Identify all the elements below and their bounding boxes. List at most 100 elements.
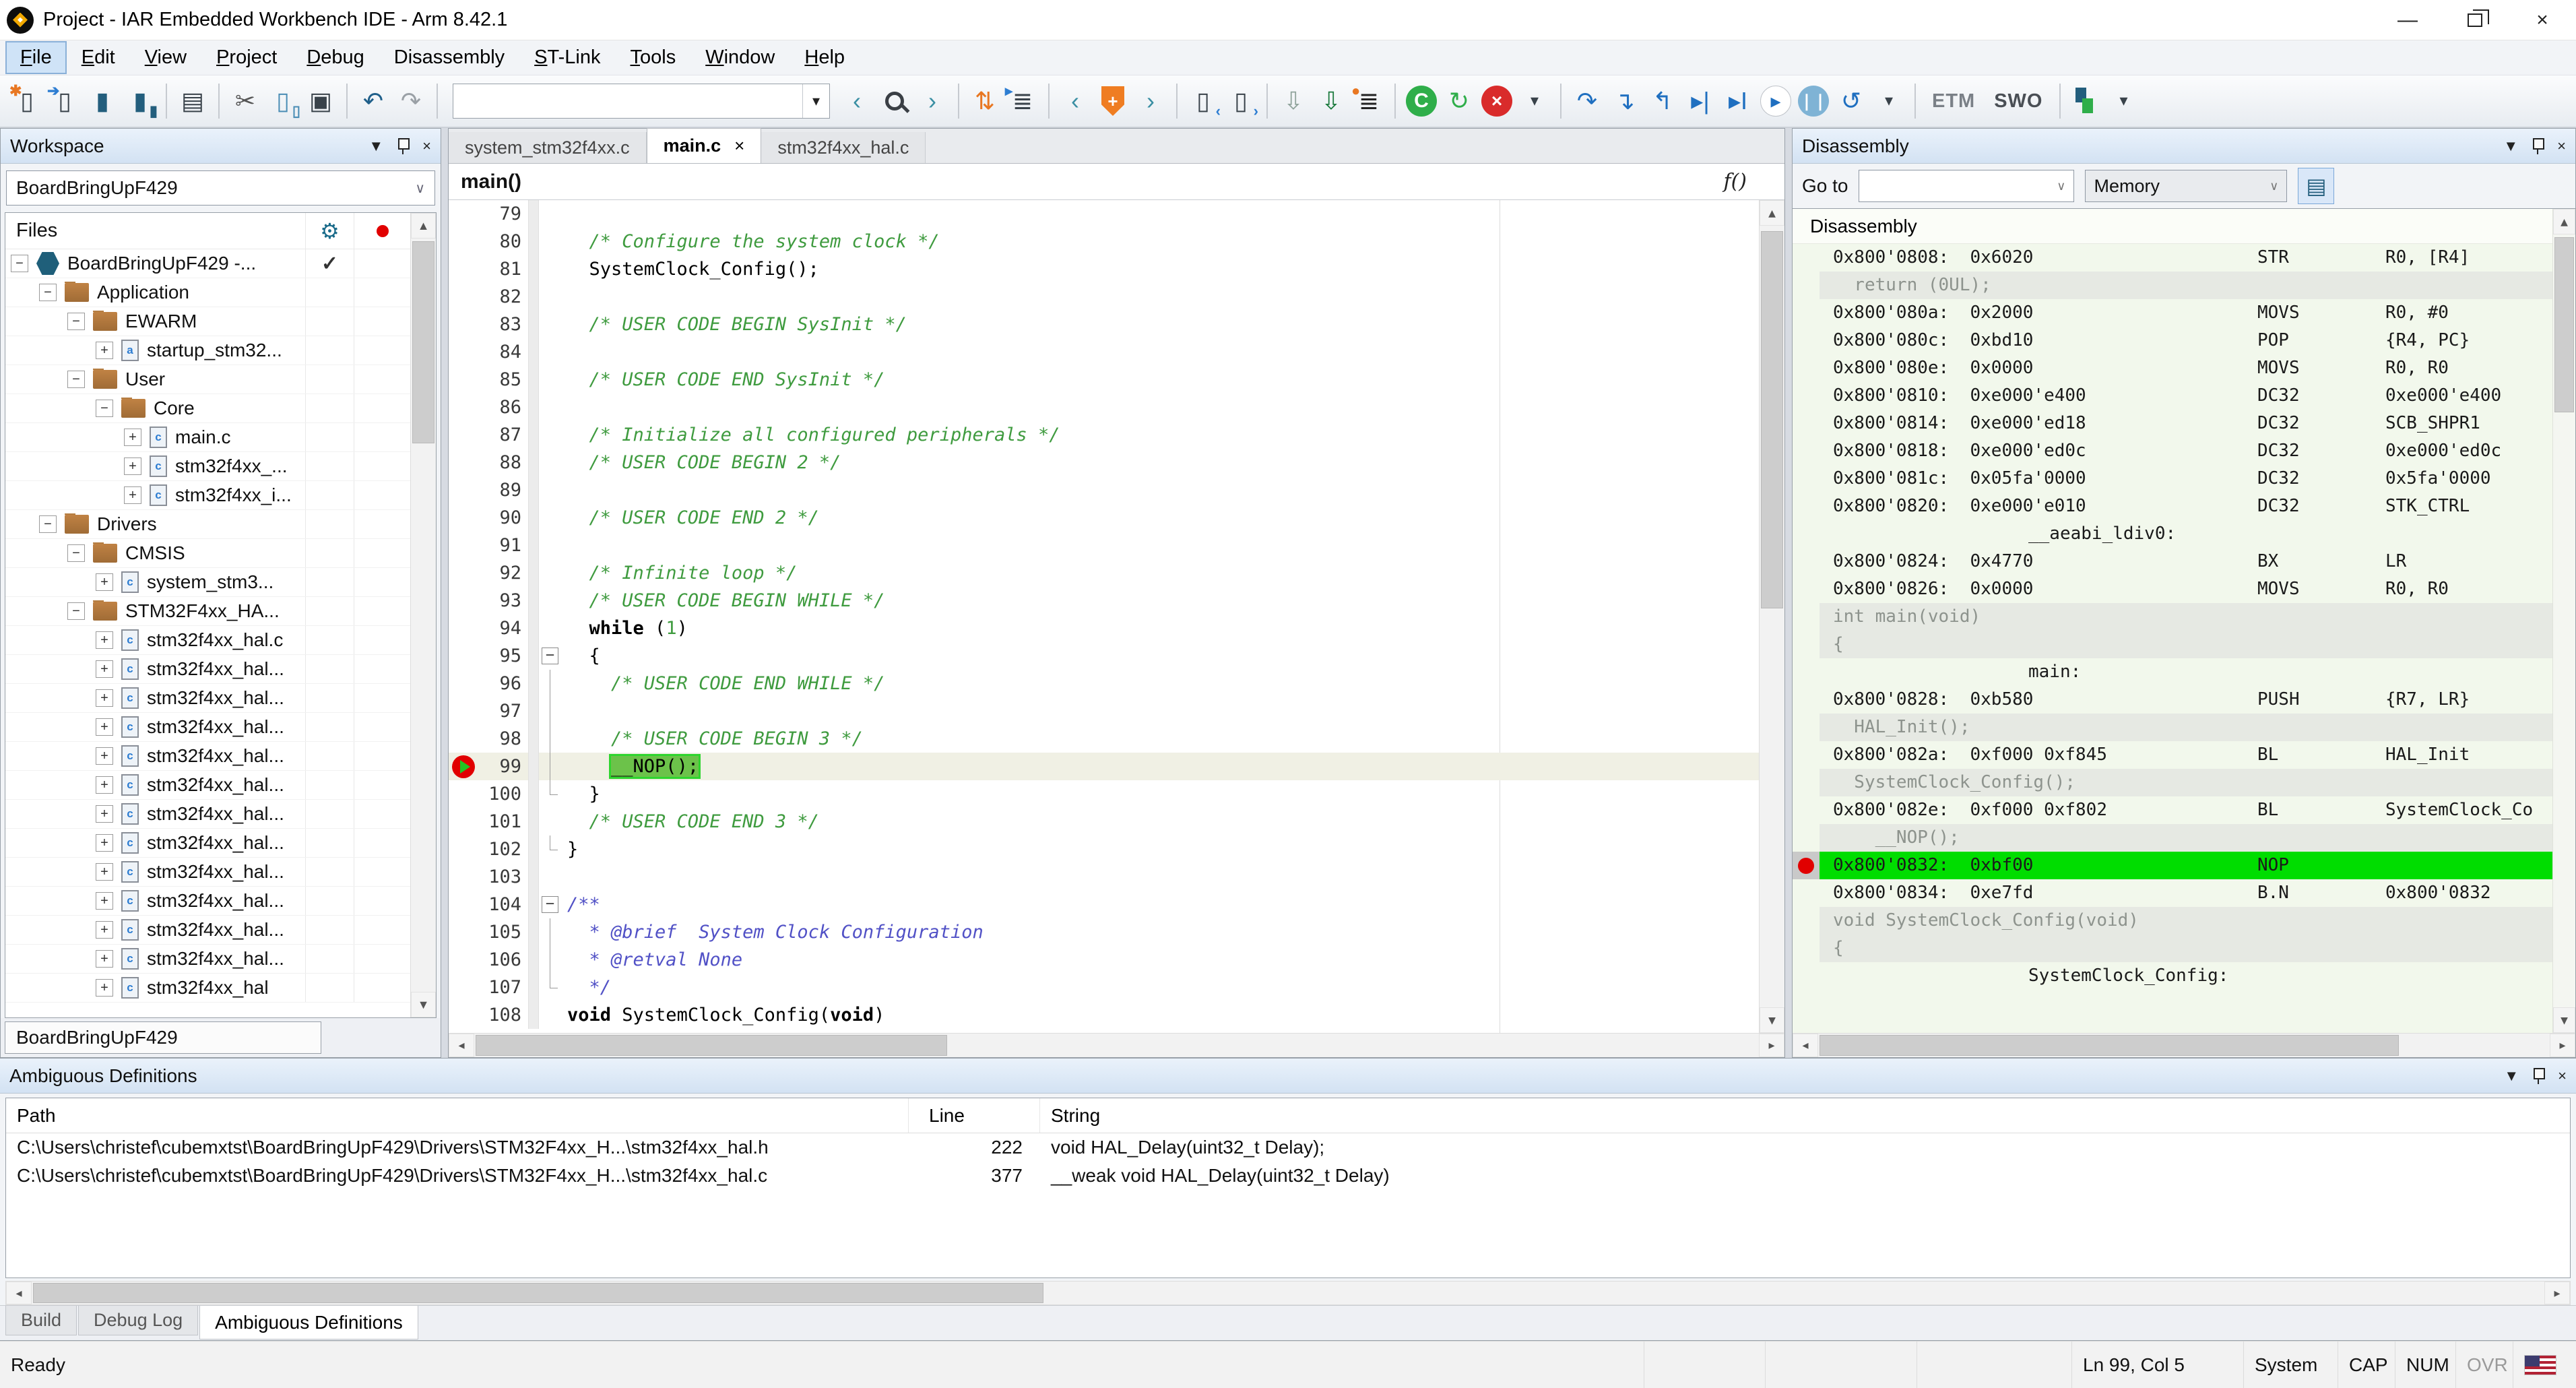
- column-header-string[interactable]: String: [1040, 1098, 2570, 1133]
- disassembly-menu-icon[interactable]: ▼: [2503, 139, 2518, 154]
- breakpoint-gutter[interactable]: [449, 918, 478, 946]
- disassembly-instruction[interactable]: 0x800'081c: 0x05fa'0000DC320x5fa'0000: [1793, 465, 2552, 493]
- fold-column[interactable]: [539, 200, 562, 228]
- tree-item-stm32f4xx-hal[interactable]: +cstm32f4xx_hal...: [5, 858, 410, 887]
- tree-item-stm32f4xx-hal[interactable]: +cstm32f4xx_hal...: [5, 771, 410, 800]
- mixed-mode-toggle-button[interactable]: ▤: [2298, 168, 2334, 204]
- expand-icon[interactable]: +: [96, 660, 113, 678]
- fold-column[interactable]: [539, 393, 562, 421]
- undo-button[interactable]: ↶: [354, 82, 392, 120]
- tree-item-stm32f4xx-hal[interactable]: +cstm32f4xx_hal...: [5, 713, 410, 742]
- editor-tab-system-stm32f4xx-c[interactable]: system_stm32f4xx.c: [449, 132, 647, 163]
- expand-icon[interactable]: +: [96, 950, 113, 968]
- toolbar-overflow-build-button[interactable]: ▾: [1516, 82, 1553, 120]
- tree-item-user[interactable]: −User: [5, 365, 410, 394]
- fold-column[interactable]: [539, 697, 562, 725]
- menu-item-st-link[interactable]: ST-Link: [521, 42, 614, 73]
- scroll-left-button[interactable]: ◂: [6, 1282, 32, 1304]
- expand-icon[interactable]: +: [96, 805, 113, 823]
- tree-item-stm32f4xx-hal[interactable]: +cstm32f4xx_hal...: [5, 887, 410, 916]
- disassembly-instruction[interactable]: 0x800'0824: 0x4770BXLR: [1793, 548, 2552, 575]
- breakpoint-gutter[interactable]: [449, 283, 478, 311]
- run-to-cursor-button[interactable]: ▸I: [1719, 82, 1757, 120]
- breakpoint-gutter[interactable]: [449, 255, 478, 283]
- breadcrumb[interactable]: main(): [449, 170, 521, 193]
- new-document-button[interactable]: ▯✱: [8, 82, 46, 120]
- disassembly-instruction[interactable]: 0x800'082e: 0xf000 0xf802BLSystemClock_C…: [1793, 796, 2552, 824]
- scroll-thumb[interactable]: [1820, 1035, 2399, 1056]
- etm-button[interactable]: ETM: [1932, 90, 1975, 113]
- fold-column[interactable]: [539, 614, 562, 642]
- output-tab-build[interactable]: Build: [5, 1306, 77, 1335]
- save-button[interactable]: ▮: [84, 82, 121, 120]
- breakpoint-gutter[interactable]: [449, 697, 478, 725]
- menu-item-tools[interactable]: Tools: [617, 42, 690, 73]
- print-button[interactable]: ▤: [174, 82, 212, 120]
- scroll-up-button[interactable]: ▲: [1760, 200, 1784, 226]
- disassembly-instruction[interactable]: 0x800'0826: 0x0000MOVSR0, R0: [1793, 575, 2552, 603]
- breakpoint-gutter[interactable]: [449, 780, 478, 808]
- menu-item-help[interactable]: Help: [791, 42, 858, 73]
- collapse-icon[interactable]: −: [67, 602, 85, 620]
- replace-button[interactable]: ⇅: [966, 82, 1004, 120]
- breakpoint-gutter[interactable]: [449, 200, 478, 228]
- tree-item-stm32f4xx[interactable]: +cstm32f4xx_...: [5, 452, 410, 481]
- redo-button[interactable]: ↷: [392, 82, 430, 120]
- fold-column[interactable]: [539, 918, 562, 946]
- fold-column[interactable]: [539, 946, 562, 974]
- breakpoint-gutter[interactable]: [449, 311, 478, 338]
- zone-combobox[interactable]: Memory ∨: [2085, 170, 2287, 202]
- tree-item-stm32f4xx-i[interactable]: +cstm32f4xx_i...: [5, 481, 410, 510]
- reset-button[interactable]: ↺: [1832, 82, 1870, 120]
- scroll-right-button[interactable]: ▸: [1759, 1034, 1784, 1057]
- menu-item-view[interactable]: View: [131, 42, 200, 73]
- collapse-icon[interactable]: −: [39, 515, 57, 533]
- editor-tab-main-c[interactable]: main.c×: [647, 128, 762, 163]
- definition-row[interactable]: C:\Users\christef\cubemxtst\BoardBringUp…: [6, 1133, 2570, 1162]
- scroll-down-button[interactable]: ▼: [2553, 1007, 2575, 1033]
- fold-column[interactable]: −: [539, 642, 562, 670]
- expand-icon[interactable]: +: [96, 776, 113, 794]
- tree-item-boardbringupf429[interactable]: −BoardBringUpF429 -...✓: [5, 249, 410, 278]
- scroll-thumb[interactable]: [2554, 237, 2574, 412]
- breakpoint-gutter[interactable]: [449, 338, 478, 366]
- save-all-button[interactable]: ▮▮: [121, 82, 159, 120]
- tree-item-system-stm3[interactable]: +csystem_stm3...: [5, 568, 410, 597]
- collapse-icon[interactable]: −: [96, 400, 113, 417]
- fold-collapse-icon[interactable]: −: [542, 648, 558, 664]
- workspace-menu-icon[interactable]: ▼: [368, 139, 383, 154]
- scroll-thumb[interactable]: [476, 1035, 947, 1056]
- goto-address-combobox[interactable]: ∨: [1859, 170, 2074, 202]
- copy-button[interactable]: ▯▯: [264, 82, 302, 120]
- stop-build-button[interactable]: ×: [1478, 82, 1516, 120]
- breakpoint-gutter[interactable]: [449, 670, 478, 697]
- workspace-pin-icon[interactable]: [397, 137, 409, 156]
- disassembly-instruction[interactable]: 0x800'0828: 0xb580PUSH{R7, LR}: [1793, 686, 2552, 714]
- find-in-files-button[interactable]: ≣▸: [1004, 82, 1041, 120]
- scroll-up-button[interactable]: ▲: [2553, 209, 2575, 234]
- breakpoint-gutter[interactable]: [449, 587, 478, 614]
- minimize-button[interactable]: —: [2374, 0, 2441, 40]
- disassembly-pin-icon[interactable]: [2532, 137, 2544, 156]
- navigate-backward-button[interactable]: ▯‹: [1184, 82, 1222, 120]
- fold-column[interactable]: [539, 504, 562, 532]
- disassembly-close-icon[interactable]: ×: [2557, 139, 2566, 154]
- code-editor[interactable]: 7980 /* Configure the system clock */81 …: [449, 200, 1784, 1033]
- tree-item-ewarm[interactable]: −EWARM: [5, 307, 410, 336]
- tree-item-stm32f4xx-hal[interactable]: +cstm32f4xx_hal...: [5, 684, 410, 713]
- breakpoint-gutter[interactable]: [449, 559, 478, 587]
- tree-item-drivers[interactable]: −Drivers: [5, 510, 410, 539]
- breakpoint-gutter[interactable]: [449, 504, 478, 532]
- break-button[interactable]: ❘❘: [1795, 82, 1832, 120]
- disassembly-view[interactable]: Disassembly0x800'0808: 0x6020STRR0, [R4]…: [1793, 208, 2575, 1033]
- find-previous-button[interactable]: ‹: [838, 82, 876, 120]
- expand-icon[interactable]: +: [96, 979, 113, 997]
- scroll-thumb[interactable]: [33, 1283, 1043, 1303]
- scroll-right-button[interactable]: ▸: [2550, 1034, 2575, 1057]
- expand-icon[interactable]: +: [96, 631, 113, 649]
- expand-icon[interactable]: +: [96, 747, 113, 765]
- breakpoint-gutter[interactable]: [449, 891, 478, 918]
- scroll-right-button[interactable]: ▸: [2544, 1282, 2570, 1304]
- step-out-button[interactable]: ↰: [1644, 82, 1681, 120]
- toggle-bookmark-button[interactable]: +: [1094, 82, 1132, 120]
